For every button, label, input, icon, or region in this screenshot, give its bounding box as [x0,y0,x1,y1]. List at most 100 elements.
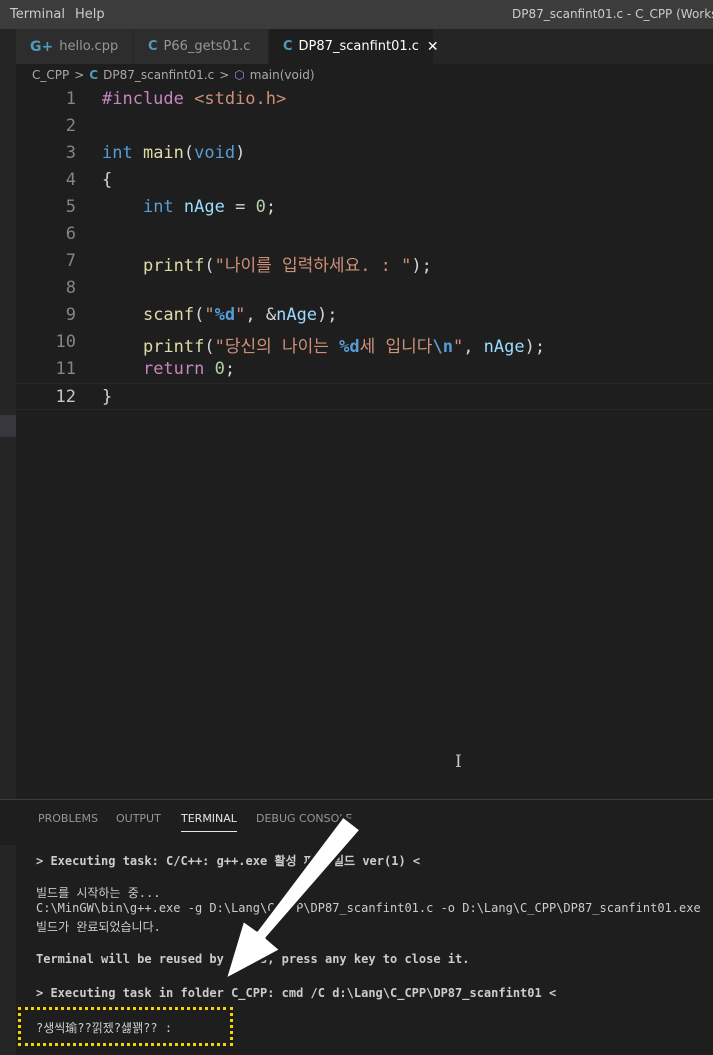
code-token: nAge [483,337,525,357]
tab-label: DP87_scanfint01.c [298,39,419,54]
code-text: return 0; [102,359,235,379]
close-icon[interactable]: ✕ [427,39,439,55]
tab-label: hello.cpp [59,39,119,54]
code-token: void [194,143,236,163]
tab-hello-cpp[interactable]: G+ hello.cpp [16,29,134,64]
code-text: { [102,170,112,190]
code-token: ( [194,305,205,325]
line-number: 7 [65,251,76,271]
code-token: int [142,197,184,217]
code-text: } [102,387,112,407]
editor-tab-bar: G+ hello.cpp C P66_gets01.c C DP87_scanf… [16,29,713,64]
panel-left-strip [0,845,16,1055]
tab-problems[interactable]: PROBLEMS [38,812,98,825]
chevron-right-icon: > [74,68,85,82]
code-token: , & [245,305,277,325]
code-token: 0 [214,359,225,379]
tab-dp87-scanfint01[interactable]: C DP87_scanfint01.c ✕ [269,29,439,64]
code-text: int main(void) [102,143,245,163]
code-line[interactable]: 6 [16,221,713,248]
menu-terminal[interactable]: Terminal [10,7,65,22]
menu-help[interactable]: Help [75,7,105,22]
line-number: 9 [65,305,76,325]
code-token: ); [524,337,546,357]
line-number: 5 [65,197,76,217]
chevron-right-icon: > [219,68,230,82]
breadcrumb-file[interactable]: DP87_scanfint01.c [103,68,214,82]
code-token: scanf [142,305,195,325]
code-token: main [142,143,184,163]
line-number: 12 [55,387,76,407]
symbol-method-icon: ⬡ [234,68,245,82]
code-token: nAge [276,305,318,325]
code-token: return [142,359,215,379]
terminal-task-line: > Executing task in folder C_CPP: cmd /C… [36,986,557,1000]
code-token: printf [142,337,205,357]
window-title: DP87_scanfint01.c - C_CPP (Workspace [512,7,713,21]
code-text: int nAge = 0; [102,197,276,217]
code-editor[interactable]: 1 #include <stdio.h> 2 3 int main(void) 4{5 i… [16,86,713,799]
c-file-icon: C [283,39,293,54]
line-number: 11 [55,359,76,379]
breadcrumb-symbol[interactable]: main(void) [250,68,315,82]
code-line[interactable]: 1 #include <stdio.h> [16,86,713,113]
code-token: ( [204,256,215,276]
breadcrumb-folder[interactable]: C_CPP [32,68,69,82]
code-line[interactable]: 10 printf("당신의 나이는 %d세 입니다\n", nAge); [16,329,713,357]
code-token: %d [339,337,360,357]
code-token: ); [411,256,432,276]
code-token: { [102,170,113,190]
c-file-icon: C [89,68,99,82]
code-token: " [235,305,246,325]
code-token: 세 입니다 [359,337,433,357]
code-token: = [224,197,256,217]
activity-indicator [0,415,16,437]
line-number: 6 [65,224,76,244]
line-number: 2 [65,116,76,136]
code-token: "당신의 나이는 [214,337,340,357]
code-token: #include [102,89,195,109]
code-line[interactable]: 11 return 0; [16,356,713,383]
code-line[interactable]: 3 int main(void) [16,140,713,167]
code-token: " [452,337,464,357]
code-line[interactable]: 9 scanf("%d", &nAge); [16,302,713,329]
code-token: ; [265,197,277,217]
tab-output[interactable]: OUTPUT [116,812,161,825]
code-line[interactable]: 2 [16,113,713,140]
code-token: 0 [255,197,266,217]
code-token: ; [224,359,236,379]
line-number: 1 [65,89,76,109]
breadcrumb: C_CPP > C DP87_scanfint01.c > ⬡ main(voi… [16,64,713,86]
code-token: ); [317,305,338,325]
tab-label: P66_gets01.c [163,39,251,54]
activity-strip [0,29,16,799]
code-line[interactable]: 12} [16,383,713,410]
code-line[interactable]: 7 printf("나이를 입력하세요. : "); [16,248,713,276]
code-token: int [102,143,143,163]
code-token: "나이를 입력하세요. : " [214,256,412,276]
code-text: printf("나이를 입력하세요. : "); [102,251,432,276]
code-token: printf [142,256,205,276]
code-token: nAge [183,197,225,217]
highlight-box [18,1007,233,1046]
code-token: " [204,305,215,325]
c-file-icon: C [148,39,158,54]
code-line[interactable]: 5 int nAge = 0; [16,194,713,221]
code-line[interactable]: 4{ [16,167,713,194]
code-text: #include <stdio.h> [102,89,286,109]
code-text: scanf("%d", &nAge); [102,305,338,325]
cpp-file-icon: G+ [30,38,54,55]
code-token: ( [204,337,215,357]
line-number: 8 [65,278,76,298]
text-cursor-icon: I [455,752,462,772]
terminal-line: 빌드가 완료되었습니다. [36,920,161,934]
code-line[interactable]: 8 [16,275,713,302]
line-number: 10 [55,332,76,352]
annotation-arrow-icon [223,814,363,982]
tab-p66-gets01[interactable]: C P66_gets01.c [134,29,269,64]
